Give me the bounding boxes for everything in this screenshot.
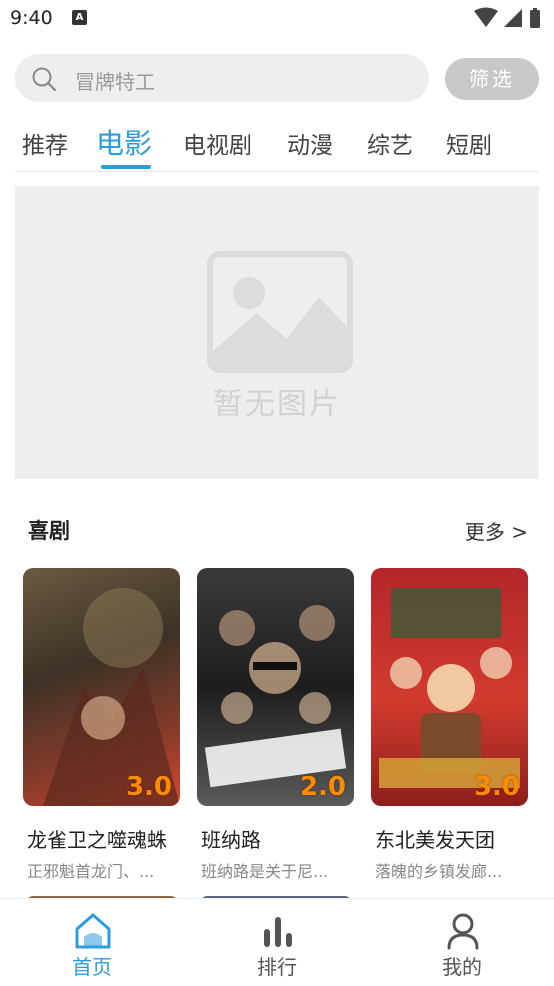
- poster-art: [43, 588, 180, 806]
- movie-description: 落魄的乡镇发廊...: [375, 862, 503, 881]
- wifi-icon: [474, 7, 498, 27]
- category-tabs: 推荐 电影 电视剧 动漫 综艺 短剧: [0, 112, 554, 172]
- tab-tv-series[interactable]: 电视剧: [183, 126, 252, 160]
- image-placeholder-icon: [207, 251, 353, 373]
- poster-art: [204, 605, 347, 788]
- nav-ranking-label: 排行: [257, 955, 297, 979]
- nav-home[interactable]: 首页: [32, 899, 152, 986]
- tab-recommend[interactable]: 推荐: [22, 126, 68, 160]
- more-link[interactable]: 更多 >: [465, 516, 528, 545]
- tab-indicator: [101, 165, 151, 169]
- filter-button[interactable]: 筛选: [445, 58, 539, 100]
- movie-title: 龙雀卫之噬魂蛛: [27, 828, 167, 852]
- search-input[interactable]: 冒牌特工: [15, 54, 429, 102]
- home-icon: [75, 913, 111, 949]
- status-time: 9:40: [10, 7, 53, 29]
- battery-icon: [530, 10, 540, 28]
- movie-poster: 3.0: [23, 568, 180, 806]
- signal-icon: [504, 9, 522, 27]
- movie-poster: 3.0: [371, 568, 528, 806]
- tab-movie[interactable]: 电影: [96, 122, 152, 162]
- banner[interactable]: 暂无图片: [15, 186, 539, 479]
- movie-card[interactable]: 3.0 东北美发天团 落魄的乡镇发廊...: [371, 568, 528, 881]
- rating-badge: 2.0: [299, 772, 346, 802]
- tabs-divider: [15, 171, 539, 172]
- status-icons: [474, 7, 540, 28]
- notification-icon: A: [72, 10, 87, 25]
- movie-poster: 2.0: [197, 568, 354, 806]
- movie-card[interactable]: 2.0 班纳路 班纳路是关于尼...: [197, 568, 354, 881]
- placeholder-text: 暂无图片: [213, 387, 341, 422]
- tab-short-drama[interactable]: 短剧: [446, 126, 492, 160]
- tab-anime[interactable]: 动漫: [287, 126, 333, 160]
- movie-description: 正邪魁首龙门、...: [27, 862, 155, 881]
- movie-title: 班纳路: [201, 828, 261, 852]
- rating-badge: 3.0: [473, 772, 520, 802]
- user-icon: [447, 913, 479, 950]
- status-bar: 9:40 A: [0, 0, 554, 38]
- tab-variety[interactable]: 综艺: [367, 126, 413, 160]
- movie-title: 东北美发天团: [375, 828, 495, 852]
- app-screen: 9:40 A 冒牌特工 筛选 推荐 电影 电视剧 动漫 综艺 短剧 暂无图片 喜…: [0, 0, 554, 986]
- nav-ranking[interactable]: 排行: [217, 899, 337, 986]
- search-icon: [32, 67, 57, 92]
- bar-chart-icon: [264, 917, 292, 947]
- movie-description: 班纳路是关于尼...: [201, 862, 329, 881]
- nav-home-label: 首页: [72, 955, 112, 979]
- bottom-nav: 首页 排行 我的: [0, 898, 554, 986]
- rating-badge: 3.0: [125, 772, 172, 802]
- nav-profile-label: 我的: [442, 955, 482, 979]
- movie-card[interactable]: 3.0 龙雀卫之噬魂蛛 正邪魁首龙门、...: [23, 568, 180, 881]
- poster-art: [379, 588, 520, 788]
- search-placeholder: 冒牌特工: [75, 70, 155, 94]
- section-title: 喜剧: [28, 519, 70, 543]
- nav-profile[interactable]: 我的: [402, 899, 522, 986]
